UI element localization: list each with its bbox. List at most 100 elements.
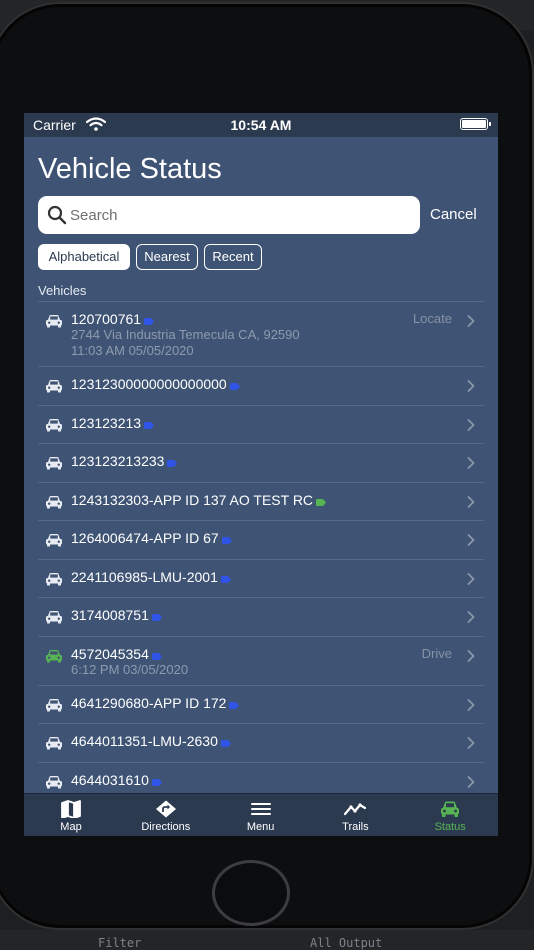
vehicle-row[interactable]: 120700761 2744 Via Industria Temecula CA,… (38, 301, 484, 366)
vehicle-name-text: 4644011351-LMU-2630 (71, 733, 218, 749)
car-icon (46, 572, 62, 585)
car-icon (46, 457, 62, 470)
vehicle-name: 1264006474-APP ID 67 (71, 530, 232, 546)
chevron-right-icon (467, 611, 475, 623)
tag-icon (144, 421, 155, 429)
tab-status[interactable]: Status (403, 794, 497, 836)
trails-icon (344, 803, 367, 816)
background-filter-label: Filter (98, 936, 142, 950)
search-input[interactable] (70, 196, 410, 234)
vehicle-timestamp: 11:03 AM 05/05/2020 (71, 343, 194, 358)
vehicle-name-text: 1264006474-APP ID 67 (71, 530, 219, 546)
vehicle-name-text: 4572045354 (71, 645, 149, 662)
chevron-right-icon (467, 457, 475, 469)
section-header-vehicles: Vehicles (38, 283, 87, 298)
vehicle-action-locate[interactable]: Locate (413, 311, 452, 326)
home-button[interactable] (212, 860, 290, 926)
chevron-right-icon (467, 649, 475, 662)
vehicle-row[interactable]: 4644011351-LMU-2630 (38, 723, 484, 762)
tag-icon (144, 318, 155, 325)
tag-icon (229, 701, 240, 709)
vehicle-name: 4644011351-LMU-2630 (71, 733, 231, 749)
car-icon (46, 418, 62, 431)
background-window-bottom (0, 930, 534, 950)
search-bar[interactable] (38, 196, 420, 234)
menu-icon (250, 803, 271, 815)
vehicle-name-text: 4644031610 (71, 771, 149, 788)
car-icon (46, 495, 62, 508)
vehicle-name-text: 3174008751 (71, 607, 149, 623)
sort-recent-button[interactable]: Recent (204, 244, 262, 270)
tab-menu[interactable]: Menu (214, 794, 308, 836)
chevron-right-icon (467, 495, 475, 508)
vehicle-row[interactable]: 12312300000000000000 (38, 366, 484, 405)
vehicle-name: 2241106985-LMU-2001 (71, 569, 231, 585)
car-icon (441, 801, 460, 817)
vehicle-name: 1243132303-APP ID 137 AO TEST RC (71, 491, 327, 508)
vehicle-name-text: 1243132303-APP ID 137 AO TEST RC (71, 491, 314, 508)
vehicle-row[interactable]: 4572045354 6:12 PM 03/05/2020 Drive (38, 635, 484, 685)
chevron-right-icon (467, 380, 475, 392)
vehicle-address: 2744 Via Industria Temecula CA, 92590 (71, 327, 300, 342)
directions-icon (155, 800, 176, 818)
chevron-right-icon (467, 737, 475, 749)
background-output-label: All Output (310, 936, 383, 950)
chevron-right-icon (467, 315, 475, 327)
tag-icon (151, 652, 162, 660)
vehicle-name: 3174008751 (71, 607, 162, 623)
clock: 10:54 AM (230, 117, 292, 133)
vehicle-name-text: 2241106985-LMU-2001 (71, 568, 218, 585)
vehicle-row[interactable]: 123123213 (38, 404, 484, 444)
vehicle-list: 120700761 2744 Via Industria Temecula CA,… (38, 301, 484, 800)
tab-label: Menu (246, 821, 275, 833)
tab-map[interactable]: Map (24, 794, 118, 836)
tag-icon (151, 614, 162, 621)
battery-icon (460, 118, 491, 130)
vehicle-action-drive[interactable]: Drive (422, 646, 452, 661)
vehicle-name: 120700761 (71, 311, 155, 327)
vehicle-name: 4641290680-APP ID 172 (71, 694, 240, 711)
car-icon (46, 775, 62, 788)
tab-bar: Map Directions Menu Trails Status (24, 793, 498, 836)
vehicle-name-text: 12312300000000000000 (71, 376, 227, 392)
chevron-right-icon (467, 775, 475, 788)
tab-trails[interactable]: Trails (308, 794, 402, 836)
car-icon (46, 380, 62, 393)
tab-directions[interactable]: Directions (119, 794, 213, 836)
chevron-right-icon (467, 572, 475, 585)
cancel-button[interactable]: Cancel (430, 206, 477, 223)
vehicle-name-text: 123123213233 (71, 453, 165, 469)
tag-icon (167, 460, 178, 467)
vehicle-row[interactable]: 3174008751 (38, 597, 484, 636)
vehicle-name-text: 123123213 (71, 414, 142, 431)
tag-icon (221, 537, 232, 544)
vehicle-row[interactable]: 123123213233 (38, 443, 484, 482)
car-icon (46, 611, 62, 624)
tag-icon (220, 575, 231, 583)
page-title: Vehicle Status (38, 153, 222, 185)
app-screen: Carrier 10:54 AM Vehicle Status Cancel A… (24, 113, 498, 836)
vehicle-name: 123123213 (71, 414, 155, 431)
vehicle-name: 4572045354 (71, 646, 162, 662)
car-icon (46, 737, 62, 750)
tab-label: Trails (342, 821, 369, 833)
sort-nearest-button[interactable]: Nearest (136, 244, 198, 270)
car-icon (46, 534, 62, 547)
tag-icon (220, 740, 231, 747)
vehicle-row[interactable]: 1243132303-APP ID 137 AO TEST RC (38, 481, 484, 521)
tag-icon (151, 778, 162, 786)
sort-alphabetical-button[interactable]: Alphabetical (38, 244, 130, 270)
tag-icon (229, 383, 240, 390)
tab-label: Status (434, 821, 466, 833)
vehicle-row[interactable]: 4641290680-APP ID 172 (38, 684, 484, 724)
chevron-right-icon (467, 534, 475, 546)
vehicle-name-text: 120700761 (71, 311, 142, 327)
vehicle-name: 123123213233 (71, 453, 178, 469)
tag-icon (316, 498, 327, 506)
car-icon (46, 649, 62, 662)
vehicle-name-text: 4641290680-APP ID 172 (71, 694, 227, 711)
status-bar: Carrier 10:54 AM (24, 113, 498, 137)
vehicle-row[interactable]: 2241106985-LMU-2001 (38, 558, 484, 598)
vehicle-name: 4644031610 (71, 772, 162, 788)
vehicle-row[interactable]: 1264006474-APP ID 67 (38, 520, 484, 559)
